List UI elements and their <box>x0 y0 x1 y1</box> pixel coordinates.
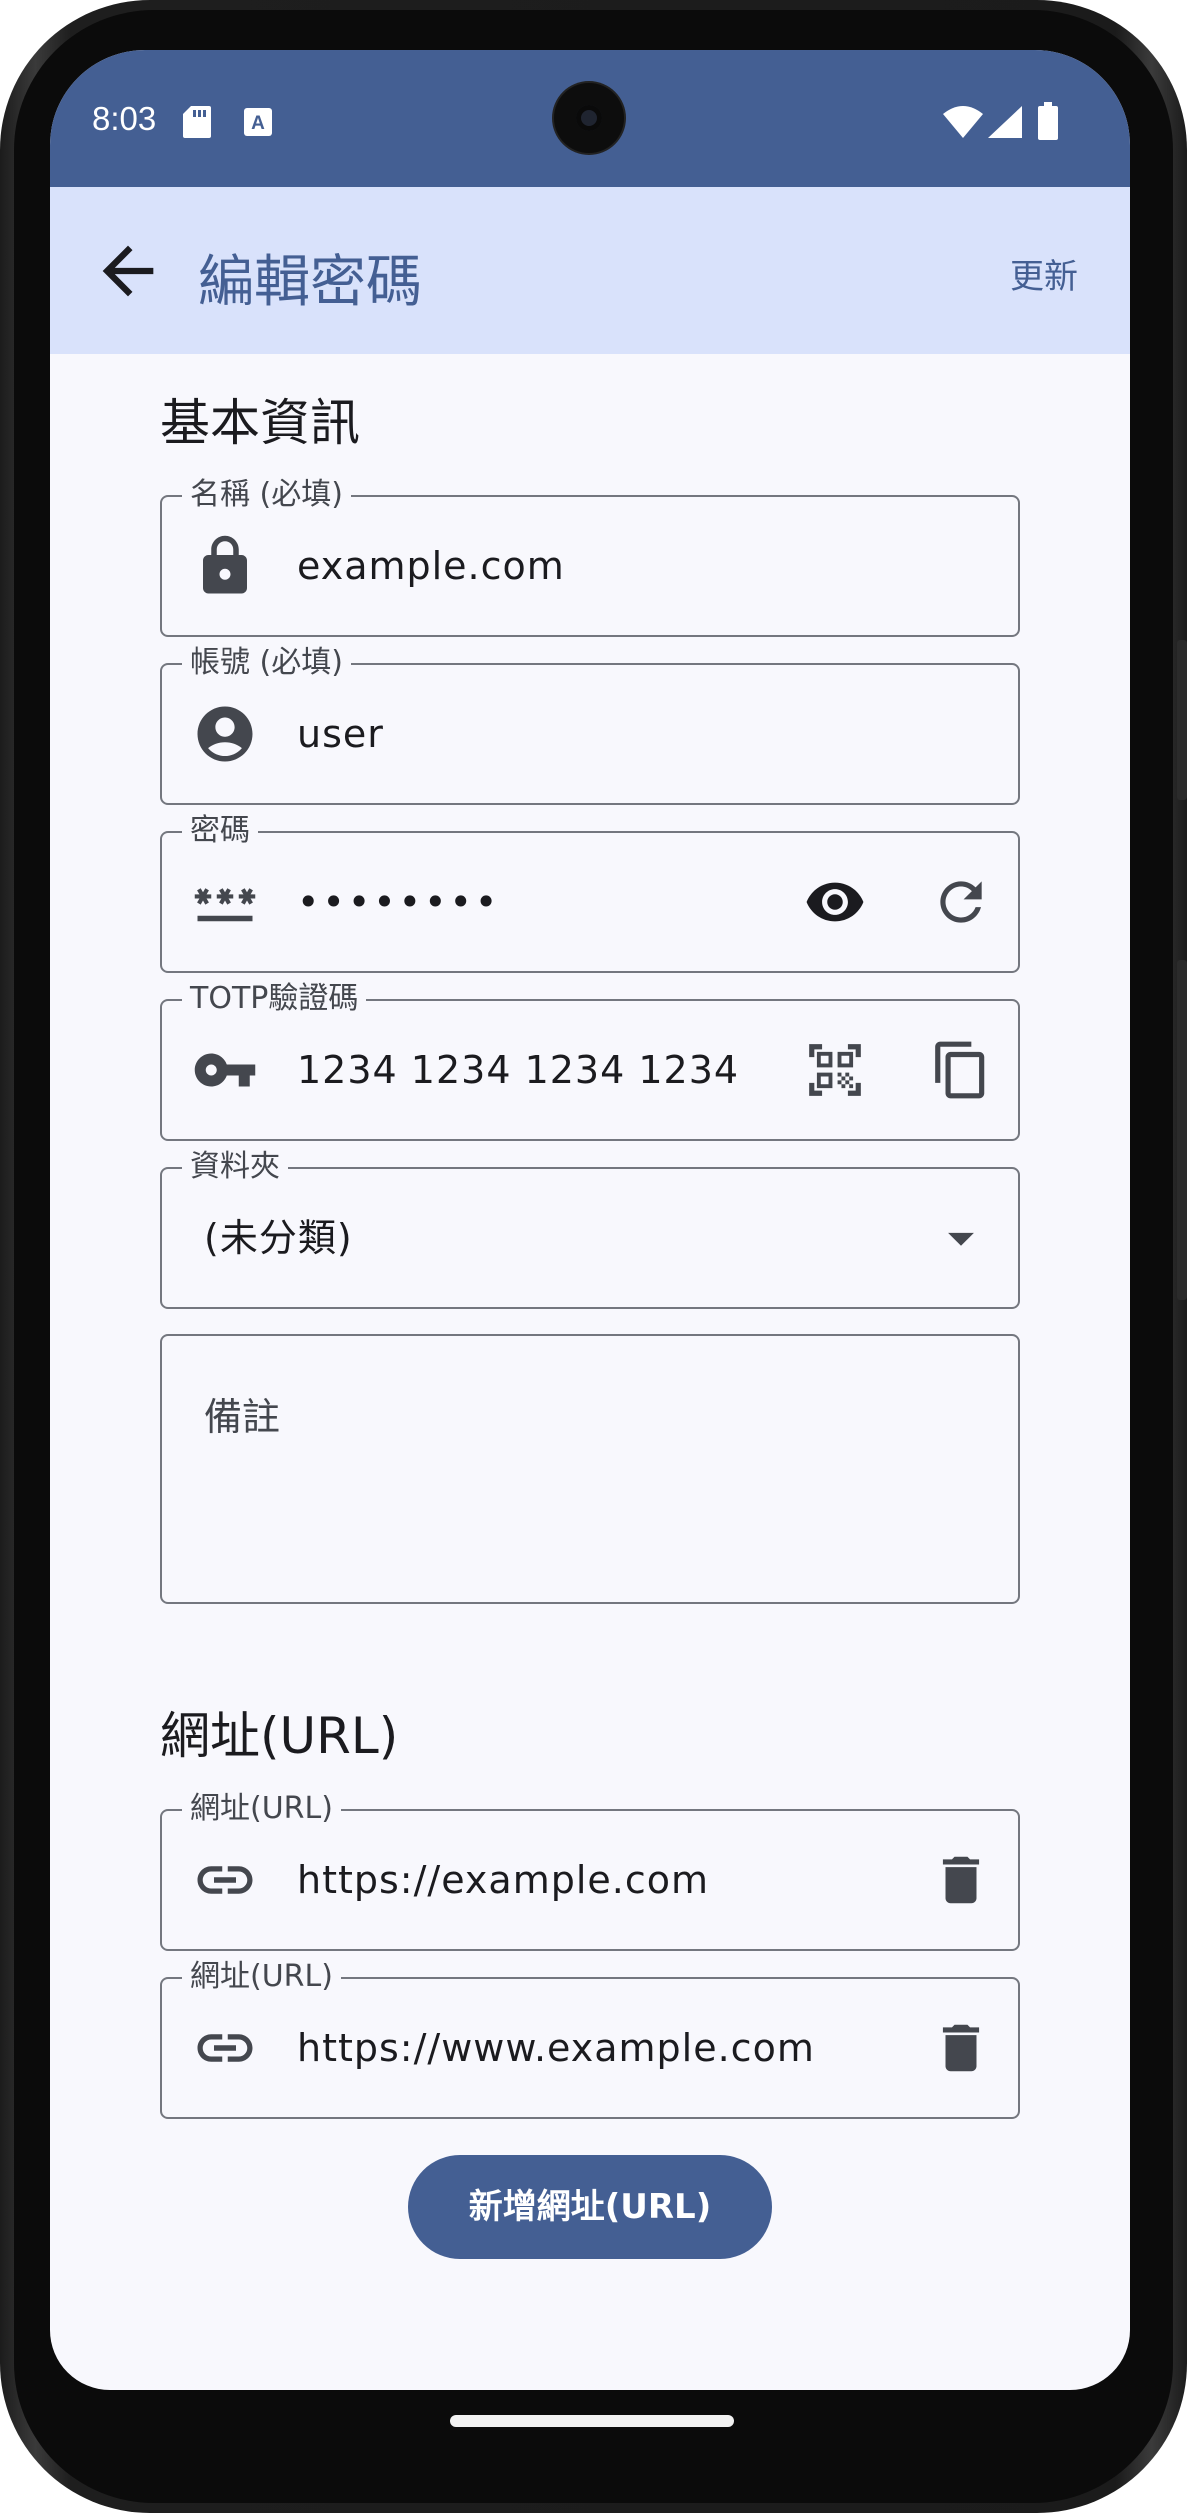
totp-field-label: TOTP驗證碼 <box>182 981 367 1017</box>
svg-text:A: A <box>251 113 265 134</box>
qr-code-scanner-icon[interactable] <box>804 1039 866 1101</box>
url-field-2[interactable]: 網址(URL) https://www.example.com <box>160 1959 1020 2119</box>
url-section-heading: 網址(URL) <box>160 1707 399 1765</box>
page-title: 編輯密碼 <box>198 250 422 315</box>
note-textarea[interactable]: 備註 <box>160 1334 1020 1604</box>
name-field-label: 名稱 (必填) <box>182 477 351 513</box>
add-url-button[interactable]: 新增網址(URL) <box>408 2155 772 2259</box>
account-field[interactable]: 帳號 (必填) user <box>160 645 1020 805</box>
url-field-1[interactable]: 網址(URL) https://example.com <box>160 1791 1020 1951</box>
totp-input[interactable]: 1234 1234 1234 1234 <box>297 1047 739 1093</box>
url-input[interactable]: https://example.com <box>297 1857 709 1903</box>
home-indicator[interactable] <box>450 2415 734 2427</box>
volume-button <box>1177 640 1187 800</box>
url-input[interactable]: https://www.example.com <box>297 2025 815 2071</box>
delete-icon[interactable] <box>930 1849 992 1911</box>
folder-selected-value: (未分類) <box>204 1216 353 1260</box>
password-input[interactable]: •••••••• <box>297 879 500 925</box>
url-field-label: 網址(URL) <box>182 1791 341 1827</box>
update-button[interactable]: 更新 <box>1010 249 1078 298</box>
account-circle-icon <box>192 701 258 767</box>
account-field-label: 帳號 (必填) <box>182 645 351 681</box>
screen: 8:03 A 編輯密碼 更新 基本資訊 名稱 (必填) example.com … <box>50 50 1130 2390</box>
key-icon <box>192 1037 258 1103</box>
folder-field-label: 資料夾 <box>182 1149 288 1185</box>
url-field-label: 網址(URL) <box>182 1959 341 1995</box>
wifi-icon <box>943 106 983 138</box>
back-button[interactable] <box>90 233 166 309</box>
basic-info-heading: 基本資訊 <box>160 394 360 452</box>
folder-dropdown[interactable]: 資料夾 (未分類) <box>160 1149 1020 1309</box>
battery-icon <box>1037 102 1059 140</box>
account-input[interactable]: user <box>297 711 384 757</box>
password-field[interactable]: 密碼 •••••••• <box>160 813 1020 973</box>
link-icon <box>192 2015 258 2081</box>
cellular-signal-icon <box>988 106 1022 138</box>
name-field[interactable]: 名稱 (必填) example.com <box>160 477 1020 637</box>
app-bar: 編輯密碼 更新 <box>50 187 1130 354</box>
password-field-label: 密碼 <box>182 813 258 849</box>
copy-icon[interactable] <box>930 1039 992 1101</box>
status-time: 8:03 <box>92 100 157 137</box>
name-input[interactable]: example.com <box>297 543 565 589</box>
lock-icon <box>192 533 258 599</box>
keyboard-a-icon: A <box>243 107 273 137</box>
arrow-back-icon <box>90 233 166 309</box>
phone-frame: 8:03 A 編輯密碼 更新 基本資訊 名稱 (必填) example.com … <box>0 0 1187 2513</box>
note-placeholder: 備註 <box>204 1395 281 1439</box>
visibility-icon[interactable] <box>804 871 866 933</box>
link-icon <box>192 1847 258 1913</box>
totp-field[interactable]: TOTP驗證碼 1234 1234 1234 1234 <box>160 981 1020 1141</box>
sd-card-icon <box>183 106 211 138</box>
dropdown-arrow-icon[interactable] <box>930 1207 992 1269</box>
power-button <box>1177 960 1187 1300</box>
password-icon <box>192 869 258 935</box>
delete-icon[interactable] <box>930 2017 992 2079</box>
front-camera <box>554 83 624 153</box>
refresh-icon[interactable] <box>930 871 992 933</box>
